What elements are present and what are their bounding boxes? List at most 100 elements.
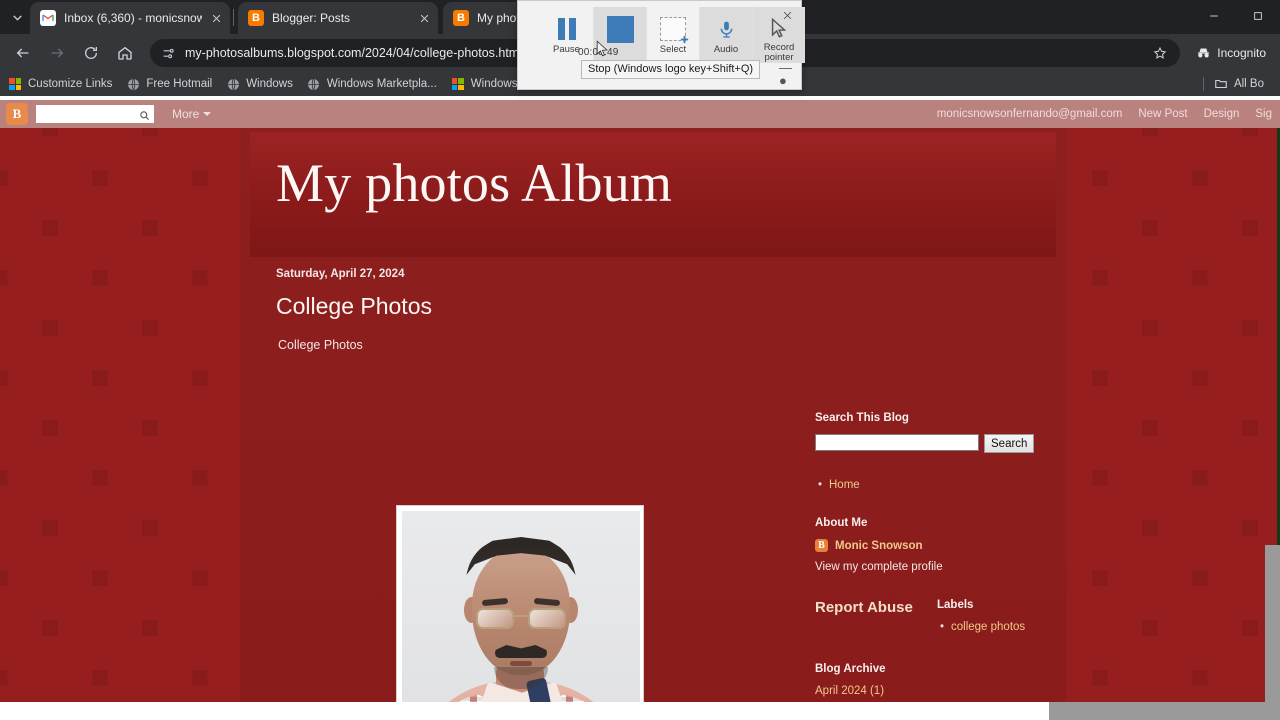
tab-title: Blogger: Posts — [272, 11, 351, 25]
incognito-label: Incognito — [1217, 46, 1266, 60]
report-abuse-labels-row: Report Abuse Labels college photos — [815, 599, 1065, 637]
blog-archive-section: Blog Archive April 2024 (1) — [815, 663, 1065, 697]
maximize-icon[interactable] — [1236, 0, 1280, 32]
bookmarks-divider — [1202, 77, 1204, 91]
recorder-audio-button[interactable]: Audio — [699, 7, 752, 63]
report-abuse-heading[interactable]: Report Abuse — [815, 599, 937, 616]
report-abuse-column: Report Abuse — [815, 599, 937, 637]
blogger-profile-icon: B — [815, 539, 828, 552]
pause-icon — [557, 14, 576, 44]
blog-sidebar: Search This Blog Search Home About Me B … — [815, 412, 1065, 697]
blogger-icon: B — [453, 10, 469, 26]
tab-blogger-posts[interactable]: B Blogger: Posts — [238, 2, 438, 34]
blogger-logo-icon[interactable]: B — [6, 103, 28, 125]
blogger-icon: B — [248, 10, 264, 26]
post-photo-frame[interactable]: Monic — [396, 505, 644, 702]
labels-list: college photos — [940, 621, 1065, 633]
navbar-design-link[interactable]: Design — [1204, 108, 1240, 120]
bookmark-windows[interactable]: Windows — [226, 77, 293, 91]
recorder-audio-label: Audio — [713, 44, 739, 55]
all-bookmarks-area: All Bo — [1202, 72, 1280, 96]
forward-arrow-icon[interactable] — [42, 38, 72, 68]
bookmark-label: Windows Marketpla... — [326, 78, 437, 90]
screen: My photos Album Saturday, April 27, 2024… — [0, 0, 1280, 720]
portrait-glasses-right — [528, 608, 566, 629]
post-title: College Photos — [276, 293, 432, 319]
about-me-section: About Me B Monic Snowson View my complet… — [815, 517, 1065, 573]
navbar-account-area: monicsnowsonfernando@gmail.com New Post … — [937, 108, 1274, 120]
profile-row[interactable]: B Monic Snowson — [815, 539, 1065, 552]
profile-name[interactable]: Monic Snowson — [835, 540, 923, 552]
search-icon[interactable] — [139, 108, 150, 126]
label-item[interactable]: college photos — [940, 621, 1065, 633]
bookmark-label: Customize Links — [28, 78, 113, 90]
microsoft-logo-icon — [451, 77, 465, 91]
navbar-more-label: More — [172, 107, 200, 121]
recorder-select-label: Select — [659, 44, 687, 55]
search-blog-button[interactable]: Search — [984, 434, 1035, 453]
all-bookmarks-label: All Bo — [1233, 78, 1264, 90]
minimize-icon[interactable] — [1192, 0, 1236, 32]
recorder-timer: 00:08:49 — [578, 47, 619, 58]
recorder-close-icon[interactable] — [779, 7, 795, 23]
tab-title: Inbox (6,360) - monicsnowsonfe — [64, 11, 202, 25]
navbar-new-post-link[interactable]: New Post — [1138, 108, 1187, 120]
all-bookmarks-button[interactable]: All Bo — [1214, 77, 1264, 91]
bookmark-label: Free Hotmail — [146, 78, 213, 90]
tab-search-icon[interactable] — [4, 4, 30, 30]
home-icon[interactable] — [110, 38, 140, 68]
about-me-heading: About Me — [815, 517, 868, 529]
select-region-icon — [660, 14, 689, 44]
chevron-down-icon — [203, 112, 212, 116]
post-photo-image[interactable] — [402, 511, 640, 702]
search-blog-input[interactable] — [815, 434, 979, 451]
incognito-icon — [1198, 48, 1210, 57]
portrait-glasses-left — [476, 608, 514, 629]
navbar-search-input[interactable] — [36, 105, 154, 123]
search-blog-form: Search — [815, 434, 1065, 453]
sidebar-nav-list: Home — [818, 479, 1065, 491]
bookmark-free-hotmail[interactable]: Free Hotmail — [126, 77, 212, 91]
blog-header: My photos Album — [250, 132, 1056, 258]
right-grey-panel — [1265, 545, 1280, 720]
tab-gmail[interactable]: Inbox (6,360) - monicsnowsonfe — [30, 2, 230, 34]
labels-column: Labels college photos — [937, 599, 1065, 637]
bookmark-customize-links[interactable]: Customize Links — [8, 77, 112, 91]
folder-icon — [1214, 77, 1228, 91]
bookmark-windows-marketplace[interactable]: Windows Marketpla... — [307, 77, 437, 91]
window-controls — [1192, 0, 1280, 32]
microsoft-logo-icon — [8, 77, 22, 91]
blog-page: My photos Album Saturday, April 27, 2024… — [0, 128, 1280, 702]
microphone-icon — [717, 14, 736, 44]
search-blog-heading: Search This Blog — [815, 412, 909, 424]
recorder-tooltip: Stop (Windows logo key+Shift+Q) — [581, 60, 761, 79]
bookmark-label: Windows — [246, 78, 293, 90]
close-icon[interactable] — [206, 8, 226, 28]
recorder-pause-label: Pause — [553, 44, 580, 55]
navbar-search-wrap — [36, 105, 154, 123]
blog-title: My photos Album — [276, 153, 673, 213]
blogger-navbar: B More monicsnowsonfernando@gmail.com Ne… — [0, 100, 1280, 128]
reload-icon[interactable] — [76, 38, 106, 68]
navbar-signout-link[interactable]: Sig — [1255, 108, 1272, 120]
bottom-grey-panel — [1049, 702, 1280, 720]
close-icon[interactable] — [414, 8, 434, 28]
navbar-more-button[interactable]: More — [172, 107, 212, 121]
site-settings-icon[interactable] — [160, 45, 176, 61]
star-icon[interactable] — [1150, 46, 1170, 60]
archive-item[interactable]: April 2024 (1) — [815, 685, 1065, 697]
sidebar-link-home[interactable]: Home — [818, 479, 1065, 491]
globe-icon — [126, 77, 140, 91]
globe-icon — [226, 77, 240, 91]
pin-icon[interactable]: —● — [779, 61, 793, 87]
gmail-icon — [40, 10, 56, 26]
incognito-indicator[interactable]: Incognito — [1188, 40, 1274, 66]
navbar-account-email: monicsnowsonfernando@gmail.com — [936, 108, 1123, 120]
back-arrow-icon[interactable] — [8, 38, 38, 68]
post-body-text: College Photos — [278, 338, 363, 352]
recorder-select-button[interactable]: Select — [646, 7, 699, 63]
view-profile-link[interactable]: View my complete profile — [815, 561, 1065, 573]
portrait-mouth — [510, 661, 532, 666]
post-container: Saturday, April 27, 2024 College Photos … — [250, 268, 810, 352]
globe-icon — [307, 77, 321, 91]
